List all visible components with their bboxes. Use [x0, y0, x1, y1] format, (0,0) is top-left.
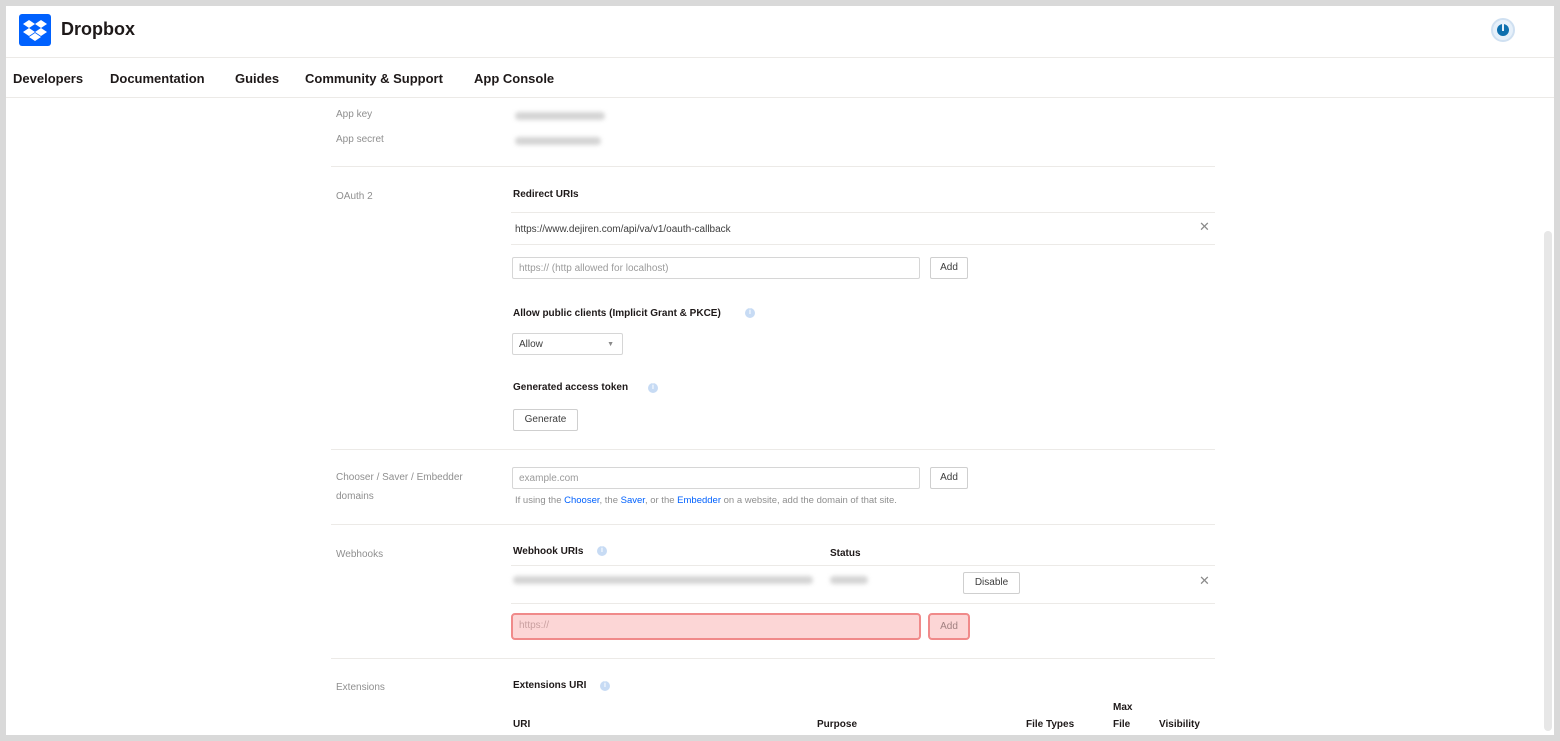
- nav-documentation[interactable]: Documentation: [110, 71, 205, 86]
- public-clients-select[interactable]: Allow ▼: [512, 333, 623, 355]
- help-text-prefix: If using the: [515, 495, 565, 506]
- app-key-label: App key: [336, 109, 373, 120]
- embedder-link[interactable]: Embedder: [677, 495, 721, 506]
- nav-developers[interactable]: Developers: [13, 71, 83, 86]
- row-divider: [511, 603, 1215, 604]
- chooser-domain-input[interactable]: example.com: [512, 467, 920, 489]
- chooser-link[interactable]: Chooser: [564, 495, 599, 506]
- generate-token-button[interactable]: Generate: [513, 409, 578, 431]
- brand-name[interactable]: Dropbox: [61, 19, 135, 40]
- generated-token-title: Generated access token: [513, 382, 629, 393]
- redirect-uri-input[interactable]: https:// (http allowed for localhost): [512, 257, 920, 279]
- nav-app-console[interactable]: App Console: [474, 71, 554, 86]
- help-text-separator: , or the: [644, 495, 678, 506]
- public-clients-title: Allow public clients (Implicit Grant & P…: [513, 308, 721, 319]
- redirect-uris-title: Redirect URIs: [513, 189, 579, 200]
- info-icon[interactable]: i: [745, 308, 755, 318]
- saver-link[interactable]: Saver: [621, 495, 645, 506]
- main-nav: Developers Documentation Guides Communit…: [6, 58, 1554, 98]
- app-key-value-redacted: [515, 112, 605, 120]
- webhook-status-redacted: [830, 576, 868, 584]
- webhook-uris-title: Webhook URIs: [513, 546, 584, 557]
- column-header-max-file-line2: File: [1113, 719, 1131, 730]
- disable-webhook-button[interactable]: Disable: [963, 572, 1020, 594]
- column-header-visibility: Visibility: [1159, 719, 1200, 730]
- help-text-separator: , the: [599, 495, 621, 506]
- nav-community-support[interactable]: Community & Support: [305, 71, 443, 86]
- column-header-uri: URI: [513, 719, 531, 730]
- page-scrollbar[interactable]: [1544, 231, 1552, 731]
- public-clients-selected-value: Allow: [519, 339, 543, 350]
- remove-redirect-uri-close-icon[interactable]: ✕: [1199, 219, 1210, 235]
- chooser-domains-label-line1: Chooser / Saver / Embedder: [336, 472, 463, 483]
- webhook-status-title: Status: [830, 548, 861, 559]
- account-power-icon[interactable]: [1491, 18, 1515, 42]
- browser-viewport: Dropbox Developers Documentation Guides …: [6, 6, 1554, 735]
- nav-guides[interactable]: Guides: [235, 71, 279, 86]
- chooser-help-text: If using the Chooser, the Saver, or the …: [515, 495, 897, 506]
- extensions-section-label: Extensions: [336, 682, 385, 693]
- add-webhook-button[interactable]: Add: [928, 613, 970, 640]
- section-divider: [331, 658, 1215, 659]
- extensions-uri-title: Extensions URI: [513, 680, 587, 691]
- column-header-file-types: File Types: [1026, 719, 1075, 730]
- redirect-uri-value: https://www.dejiren.com/api/va/v1/oauth-…: [515, 224, 731, 235]
- info-icon[interactable]: i: [648, 383, 658, 393]
- add-redirect-uri-button[interactable]: Add: [930, 257, 968, 279]
- row-divider: [511, 565, 1215, 566]
- webhook-uri-redacted: [513, 576, 813, 584]
- chevron-down-icon: ▼: [607, 341, 614, 348]
- section-divider: [331, 166, 1215, 167]
- webhook-uri-input[interactable]: https://: [511, 613, 921, 640]
- app-secret-label: App secret: [336, 134, 384, 145]
- row-divider: [511, 212, 1215, 213]
- row-divider: [511, 244, 1215, 245]
- column-header-max-file-line1: Max: [1113, 702, 1133, 713]
- section-divider: [331, 524, 1215, 525]
- chooser-domains-label-line2: domains: [336, 491, 374, 502]
- info-icon[interactable]: i: [597, 546, 607, 556]
- add-chooser-domain-button[interactable]: Add: [930, 467, 968, 489]
- section-divider: [331, 449, 1215, 450]
- top-bar: Dropbox: [6, 6, 1554, 58]
- webhooks-section-label: Webhooks: [336, 549, 384, 560]
- app-secret-value-redacted: [515, 137, 601, 145]
- oauth-section-label: OAuth 2: [336, 191, 373, 202]
- column-header-purpose: Purpose: [817, 719, 858, 730]
- help-text-suffix: on a website, add the domain of that sit…: [721, 495, 897, 506]
- dropbox-logo-icon[interactable]: [19, 14, 51, 46]
- remove-webhook-close-icon[interactable]: ✕: [1199, 573, 1210, 589]
- info-icon[interactable]: i: [600, 681, 610, 691]
